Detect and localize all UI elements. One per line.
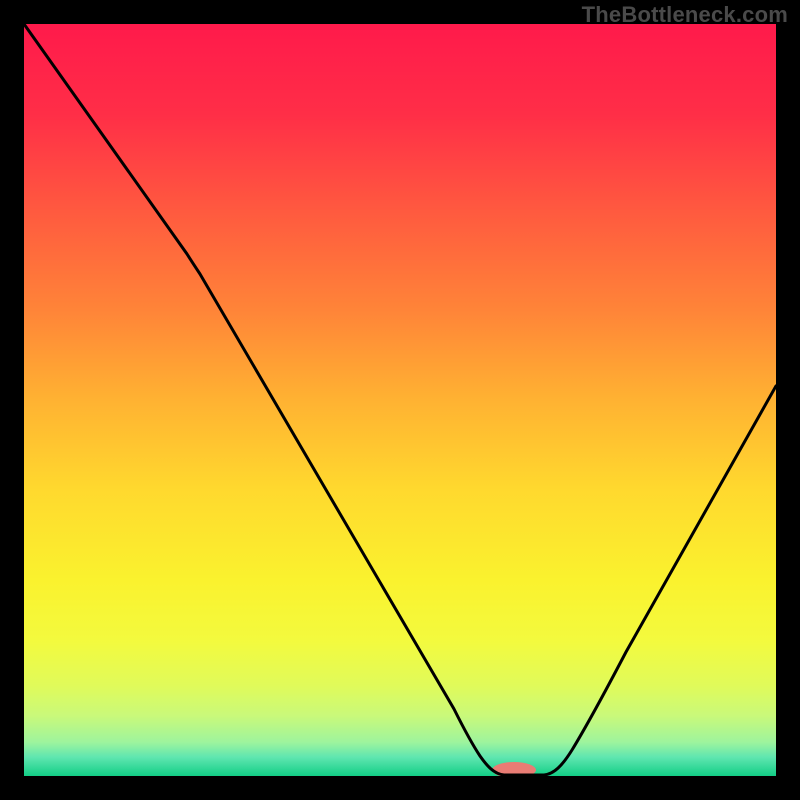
watermark-text: TheBottleneck.com <box>582 2 788 28</box>
bottleneck-plot <box>24 24 776 776</box>
chart-frame: TheBottleneck.com <box>0 0 800 800</box>
gradient-background <box>24 24 776 776</box>
plot-area <box>24 24 776 776</box>
